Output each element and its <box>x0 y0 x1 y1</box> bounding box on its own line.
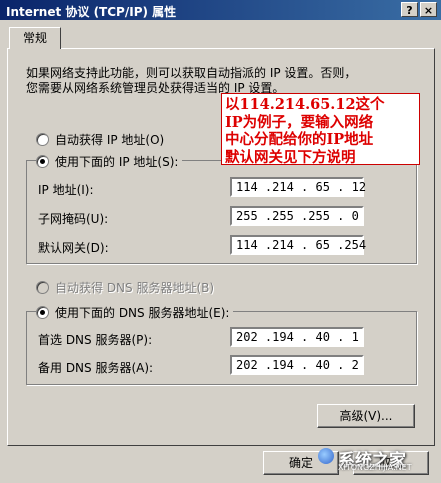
annotation-line: 以114.214.65.12这个 <box>225 96 385 113</box>
ip-address-label: IP 地址(I): <box>38 183 94 197</box>
window-title: Internet 协议 (TCP/IP) 属性 <box>6 5 177 19</box>
annotation-line: IP为例子，要输入网络 <box>225 113 374 131</box>
radio-label: 自动获得 IP 地址(O) <box>55 133 165 147</box>
radio-auto-ip[interactable]: 自动获得 IP 地址(O) <box>36 131 169 148</box>
close-button[interactable]: × <box>420 2 437 17</box>
radio-label: 使用下面的 IP 地址(S): <box>55 155 179 169</box>
watermark-logo-icon <box>318 448 334 464</box>
default-gateway-label: 默认网关(D): <box>38 241 109 255</box>
watermark-subtext: XITONGZHIJIA.NET <box>338 463 412 472</box>
watermark: 系统之家 XITONGZHIJIA.NET <box>318 446 412 472</box>
alternate-dns-label: 备用 DNS 服务器(A): <box>38 361 154 375</box>
default-gateway-input[interactable]: 114 .214 . 65 .254 <box>230 235 366 255</box>
radio-circle[interactable] <box>36 133 49 146</box>
description-line: 如果网络支持此功能，则可以获取自动指派的 IP 设置。否则， <box>26 66 357 80</box>
annotation-box: 以114.214.65.12这个 IP为例子，要输入网络 中心分配给你的IP地址… <box>221 93 420 166</box>
description: 如果网络支持此功能，则可以获取自动指派的 IP 设置。否则， 您需要从网络系统管… <box>26 66 406 96</box>
alternate-dns-input[interactable]: 202 .194 . 40 . 2 <box>230 355 364 375</box>
annotation-line: 中心分配给你的IP地址 <box>225 131 374 148</box>
radio-auto-dns[interactable]: 自动获得 DNS 服务器地址(B) <box>36 279 219 296</box>
radio-manual-dns[interactable]: 使用下面的 DNS 服务器地址(E): <box>36 304 234 321</box>
radio-circle[interactable] <box>36 155 49 168</box>
annotation-line: 默认网关见下方说明 <box>225 148 356 166</box>
help-button[interactable]: ? <box>401 2 418 17</box>
radio-circle[interactable] <box>36 281 49 294</box>
ip-address-input[interactable]: 114 .214 . 65 . 12 <box>230 177 366 197</box>
subnet-mask-input[interactable]: 255 .255 .255 . 0 <box>230 206 364 226</box>
radio-label: 使用下面的 DNS 服务器地址(E): <box>55 306 230 320</box>
radio-circle[interactable] <box>36 306 49 319</box>
subnet-mask-label: 子网掩码(U): <box>38 212 109 226</box>
radio-manual-ip[interactable]: 使用下面的 IP 地址(S): <box>36 153 183 170</box>
advanced-button[interactable]: 高级(V)... <box>317 404 415 428</box>
preferred-dns-input[interactable]: 202 .194 . 40 . 1 <box>230 327 364 347</box>
tab-general[interactable]: 常规 <box>9 27 61 49</box>
title-bar: Internet 协议 (TCP/IP) 属性 ? × <box>0 0 441 20</box>
preferred-dns-label: 首选 DNS 服务器(P): <box>38 333 153 347</box>
radio-label: 自动获得 DNS 服务器地址(B) <box>55 281 215 295</box>
